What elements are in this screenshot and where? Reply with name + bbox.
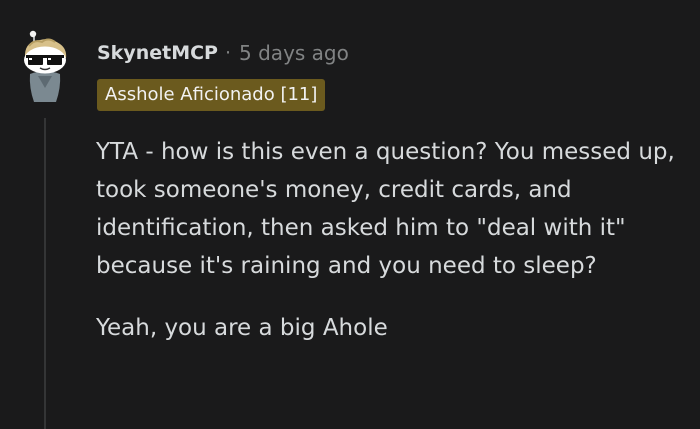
thread-line[interactable] <box>44 118 46 429</box>
avatar[interactable] <box>20 30 70 104</box>
comment-paragraph: Yeah, you are a big Ahole <box>96 315 388 341</box>
snoo-avatar-icon <box>24 30 67 102</box>
comment-paragraph: YTA - how is this even a question? You m… <box>96 139 675 279</box>
comment-meta: SkynetMCP · 5 days ago <box>97 38 349 68</box>
username-link[interactable]: SkynetMCP <box>97 42 218 64</box>
timestamp-link[interactable]: 5 days ago <box>239 41 349 65</box>
meta-separator: · <box>224 42 232 64</box>
comment-body: YTA - how is this even a question? You m… <box>96 133 686 347</box>
user-flair-badge: Asshole Aficionado [11] <box>97 79 326 111</box>
